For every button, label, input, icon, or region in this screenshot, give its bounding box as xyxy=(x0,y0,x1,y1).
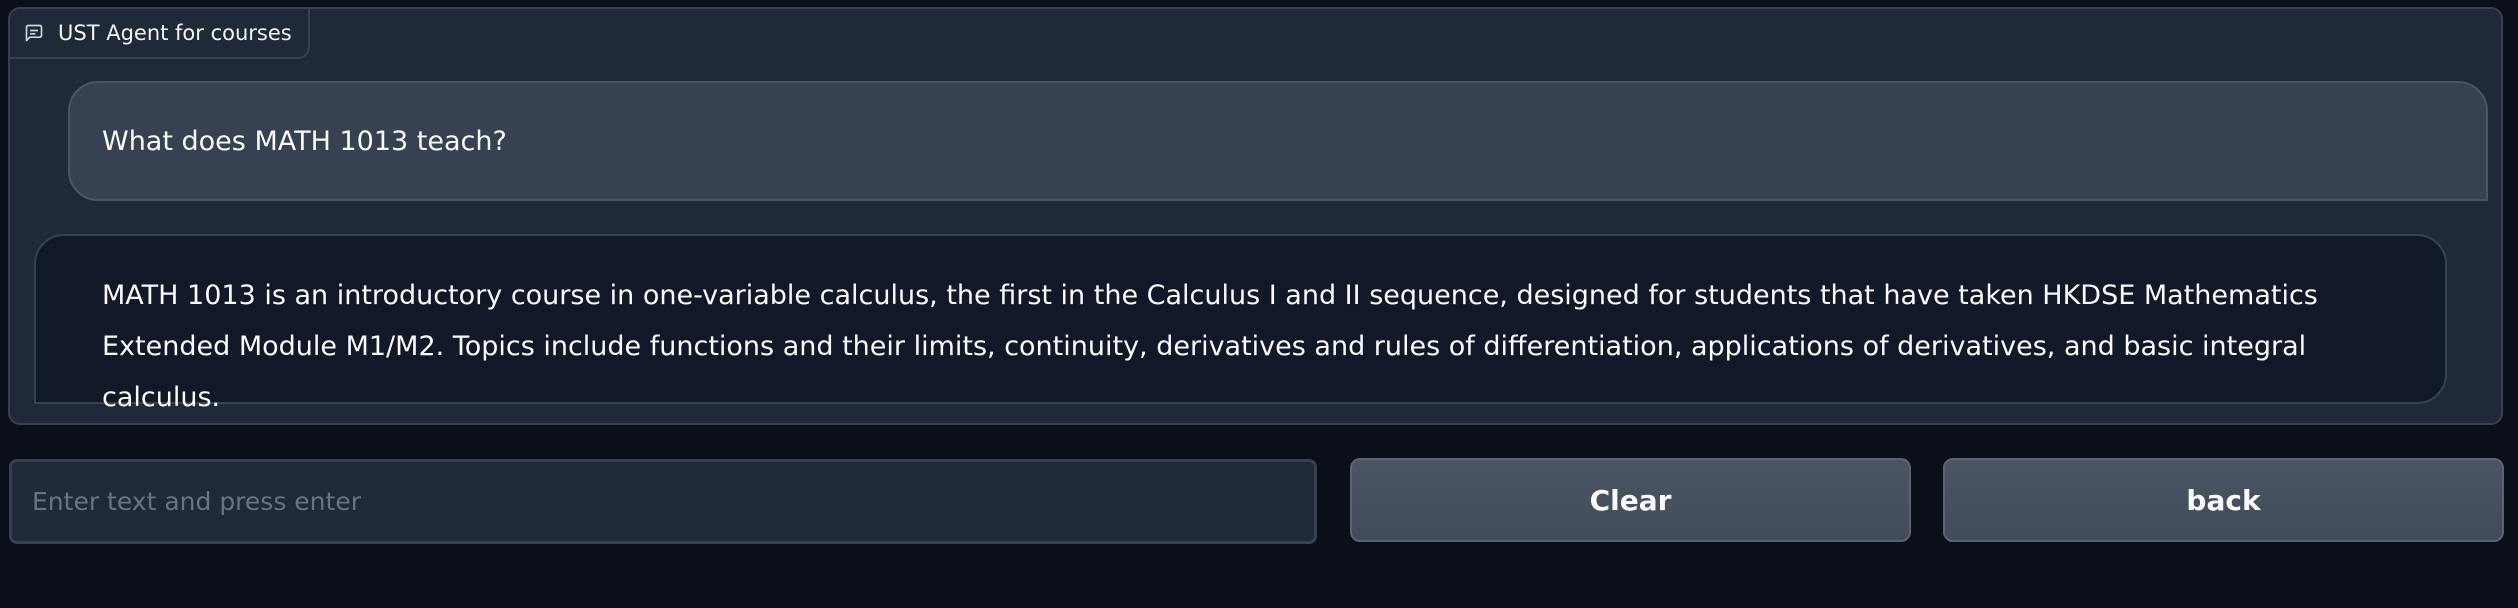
chat-bubble-icon xyxy=(24,23,44,43)
user-message: What does MATH 1013 teach? xyxy=(68,81,2488,201)
chatbot-label-text: UST Agent for courses xyxy=(58,21,292,45)
user-message-text: What does MATH 1013 teach? xyxy=(102,125,507,157)
message-input[interactable] xyxy=(9,459,1317,544)
back-button[interactable]: back xyxy=(1943,458,2504,542)
clear-button[interactable]: Clear xyxy=(1350,458,1911,542)
chatbot-panel: UST Agent for courses What does MATH 101… xyxy=(8,7,2503,425)
bot-message: MATH 1013 is an introductory course in o… xyxy=(34,234,2447,413)
bot-message-text: MATH 1013 is an introductory course in o… xyxy=(102,280,2318,413)
chatbot-label: UST Agent for courses xyxy=(10,9,310,59)
